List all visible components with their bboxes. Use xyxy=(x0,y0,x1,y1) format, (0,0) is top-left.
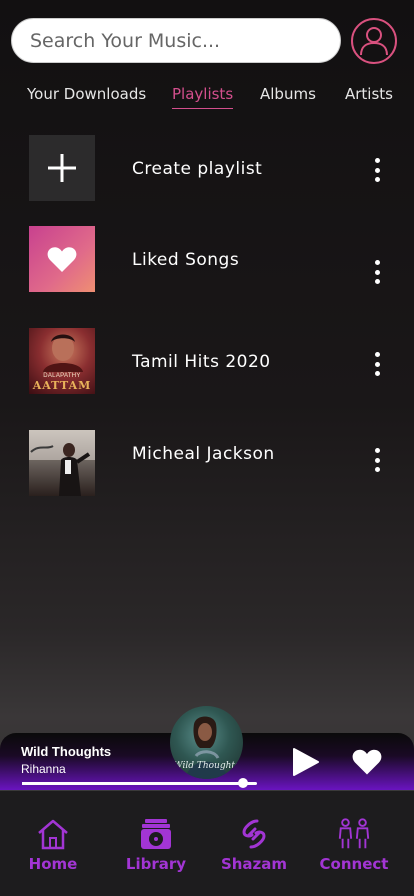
tab-bar: Your Downloads Playlists Albums Artists xyxy=(0,85,414,109)
heart-icon[interactable] xyxy=(352,748,382,776)
progress-bar[interactable] xyxy=(22,782,257,785)
nav-home[interactable]: Home xyxy=(22,791,84,896)
nav-library[interactable]: Library xyxy=(122,791,190,896)
tab-artists[interactable]: Artists xyxy=(345,85,393,103)
portrait-illustration xyxy=(43,334,83,372)
library-icon xyxy=(138,817,174,851)
user-icon xyxy=(360,27,388,56)
tamil-hits-cover: DALAPATHY AATTAM xyxy=(29,328,95,394)
more-options-icon[interactable] xyxy=(370,352,384,376)
playlist-row-micheal-jackson[interactable]: Micheal Jackson xyxy=(0,430,414,496)
tab-playlists[interactable]: Playlists xyxy=(172,85,234,109)
now-playing-album-art[interactable]: Wild Thoughts xyxy=(170,706,243,779)
playlist-title: Create playlist xyxy=(132,159,263,179)
shazam-icon xyxy=(236,817,272,851)
play-icon[interactable] xyxy=(292,747,320,777)
connect-icon xyxy=(336,817,372,851)
more-options-icon[interactable] xyxy=(370,158,384,182)
bottom-navigation: Home Library Shazam Connect xyxy=(0,790,414,896)
nav-shazam[interactable]: Shazam xyxy=(220,791,288,896)
playlist-title: Tamil Hits 2020 xyxy=(132,352,271,372)
tab-albums[interactable]: Albums xyxy=(260,85,316,103)
home-icon xyxy=(35,817,71,851)
heart-icon xyxy=(47,246,77,272)
tab-your-downloads[interactable]: Your Downloads xyxy=(27,85,146,103)
profile-avatar[interactable] xyxy=(351,18,397,64)
playlist-row-liked[interactable]: Liked Songs xyxy=(0,226,414,292)
nav-label: Shazam xyxy=(220,855,288,873)
nav-label: Connect xyxy=(319,855,389,873)
playlist-row-create[interactable]: Create playlist xyxy=(0,135,414,201)
now-playing-title: Wild Thoughts xyxy=(21,744,112,759)
search-input[interactable] xyxy=(30,29,340,52)
playlist-title: Micheal Jackson xyxy=(132,444,275,464)
more-options-icon[interactable] xyxy=(370,448,384,472)
album-art-text: Wild Thoughts xyxy=(173,761,240,771)
plus-icon xyxy=(48,154,76,182)
nav-label: Library xyxy=(125,855,187,873)
now-playing-artist: Rihanna xyxy=(21,762,66,776)
micheal-jackson-cover xyxy=(29,430,95,496)
search-bar[interactable] xyxy=(11,18,341,63)
playlist-row-tamil-hits[interactable]: DALAPATHY AATTAM Tamil Hits 2020 xyxy=(0,328,414,394)
cover-text: AATTAM xyxy=(32,379,92,392)
playlist-title: Liked Songs xyxy=(132,250,240,270)
progress-handle[interactable] xyxy=(237,778,248,788)
nav-connect[interactable]: Connect xyxy=(320,791,388,896)
create-playlist-thumb xyxy=(29,135,95,201)
artist-photo-illustration xyxy=(29,430,95,496)
nav-label: Home xyxy=(28,855,78,873)
liked-songs-thumb xyxy=(29,226,95,292)
progress-fill xyxy=(22,782,243,785)
more-options-icon[interactable] xyxy=(370,260,384,284)
